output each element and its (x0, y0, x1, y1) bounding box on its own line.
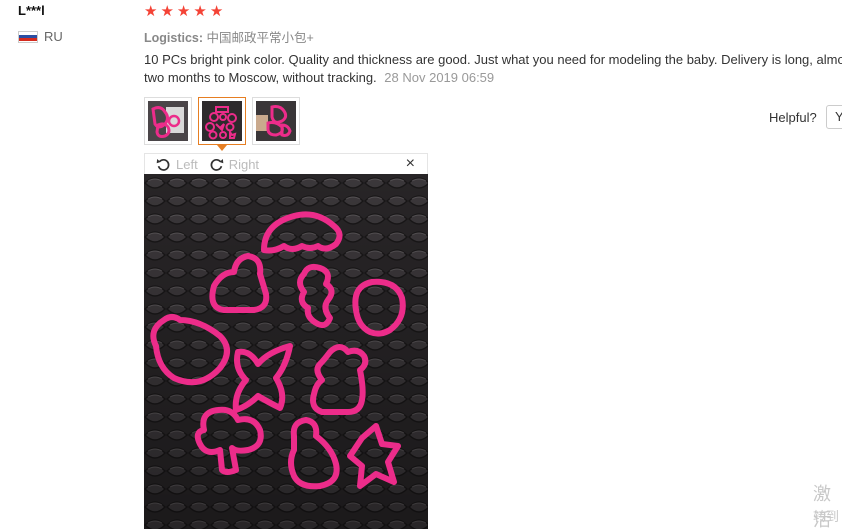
country-code: RU (44, 29, 63, 44)
photo-thumbnail-3[interactable] (252, 97, 300, 145)
thumbnail-image (256, 101, 296, 141)
review-date: 28 Nov 2019 06:59 (384, 70, 495, 85)
logistics-value: 中国邮政平常小包+ (206, 31, 314, 45)
system-watermark-line2: 转到 (813, 509, 840, 524)
rotate-left-icon (156, 158, 170, 171)
rotate-right-label: Right (228, 156, 260, 172)
rating-stars: ★ ★ ★ ★ ★ (144, 4, 223, 20)
helpful-yes-button[interactable]: Y (826, 105, 842, 129)
logistics-info: Logistics: 中国邮政平常小包+ (144, 27, 314, 46)
star-icon: ★ (193, 3, 207, 20)
enlarged-review-photo (144, 174, 428, 529)
review-body: 10 PCs bright pink color. Quality and th… (144, 51, 842, 87)
photo-thumbnails (144, 97, 300, 151)
rotate-right-button[interactable]: Right (208, 156, 259, 173)
star-icon: ★ (209, 3, 224, 20)
star-icon: ★ (144, 3, 158, 20)
logistics-label: Logistics: (144, 31, 204, 45)
star-icon: ★ (176, 3, 191, 20)
rotate-left-button[interactable]: Left (155, 156, 198, 173)
rotate-left-label: Left (176, 156, 198, 172)
photo-thumbnail-1[interactable] (144, 97, 192, 145)
thumbnail-image (202, 101, 242, 141)
rotate-right-icon (210, 158, 223, 171)
photo-thumbnail-2[interactable] (198, 97, 246, 151)
image-viewer-toolbar: Left Right × (144, 153, 428, 174)
star-icon: ★ (160, 3, 174, 20)
russia-flag-icon (18, 30, 38, 43)
review-photo-image (144, 174, 428, 529)
reviewer-name: L***l (18, 3, 45, 18)
close-viewer-button[interactable]: × (406, 155, 415, 173)
helpful-label: Helpful? (769, 110, 817, 125)
thumbnail-image (148, 101, 188, 141)
reviewer-country: RU (18, 29, 63, 44)
